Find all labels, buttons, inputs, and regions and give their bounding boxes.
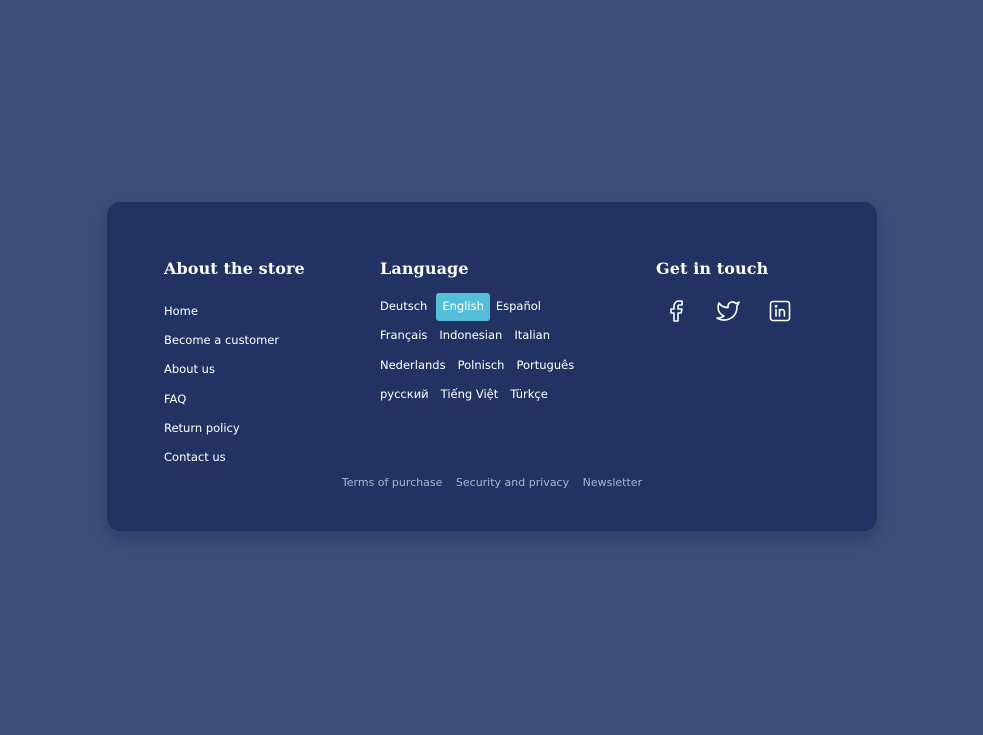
newsletter-link[interactable]: Newsletter: [583, 476, 642, 489]
terms-of-purchase-link[interactable]: Terms of purchase: [342, 476, 442, 489]
about-heading: About the store: [164, 259, 305, 278]
lang-vietnamese[interactable]: Tiếng Việt: [438, 381, 502, 409]
lang-russian[interactable]: русский: [377, 381, 432, 409]
list-item: Contact us: [164, 446, 279, 475]
list-item: FAQ: [164, 388, 279, 417]
lang-english-selected[interactable]: English: [436, 293, 490, 321]
facebook-icon: [670, 300, 683, 322]
social-links: [663, 298, 819, 324]
language-row: русский Tiếng Việt Türkçe: [377, 381, 617, 410]
linkedin-link[interactable]: [767, 298, 793, 324]
lang-portugues[interactable]: Português: [513, 352, 577, 380]
language-options: Deutsch English Español Français Indones…: [377, 293, 617, 410]
twitter-icon: [716, 301, 740, 321]
twitter-link[interactable]: [715, 298, 741, 324]
list-item: Return policy: [164, 417, 279, 446]
language-heading: Language: [380, 259, 469, 278]
legal-links: Terms of purchase Security and privacy N…: [107, 476, 877, 489]
return-policy-link[interactable]: Return policy: [164, 421, 240, 436]
lang-nederlands[interactable]: Nederlands: [377, 352, 449, 380]
lang-francais[interactable]: Français: [377, 322, 430, 350]
security-privacy-link[interactable]: Security and privacy: [456, 476, 569, 489]
lang-espanol[interactable]: Español: [493, 293, 544, 321]
lang-indonesian[interactable]: Indonesian: [436, 322, 505, 350]
contact-us-link[interactable]: Contact us: [164, 450, 226, 465]
facebook-link[interactable]: [663, 298, 689, 324]
list-item: Home: [164, 300, 279, 329]
contact-heading: Get in touch: [656, 259, 769, 278]
become-customer-link[interactable]: Become a customer: [164, 333, 279, 348]
about-links: Home Become a customer About us FAQ Retu…: [164, 300, 279, 475]
store-footer: About the store Home Become a customer A…: [107, 202, 877, 531]
home-link[interactable]: Home: [164, 304, 198, 319]
list-item: Become a customer: [164, 329, 279, 358]
language-row: Deutsch English Español: [377, 293, 617, 322]
lang-polnisch[interactable]: Polnisch: [455, 352, 508, 380]
about-us-link[interactable]: About us: [164, 362, 215, 377]
list-item: About us: [164, 358, 279, 387]
language-row: Nederlands Polnisch Português: [377, 352, 617, 381]
lang-deutsch[interactable]: Deutsch: [377, 293, 430, 321]
faq-link[interactable]: FAQ: [164, 392, 186, 407]
linkedin-icon: [769, 300, 791, 322]
lang-italian[interactable]: Italian: [511, 322, 553, 350]
language-row: Français Indonesian Italian: [377, 322, 617, 351]
lang-turkish[interactable]: Türkçe: [507, 381, 551, 409]
